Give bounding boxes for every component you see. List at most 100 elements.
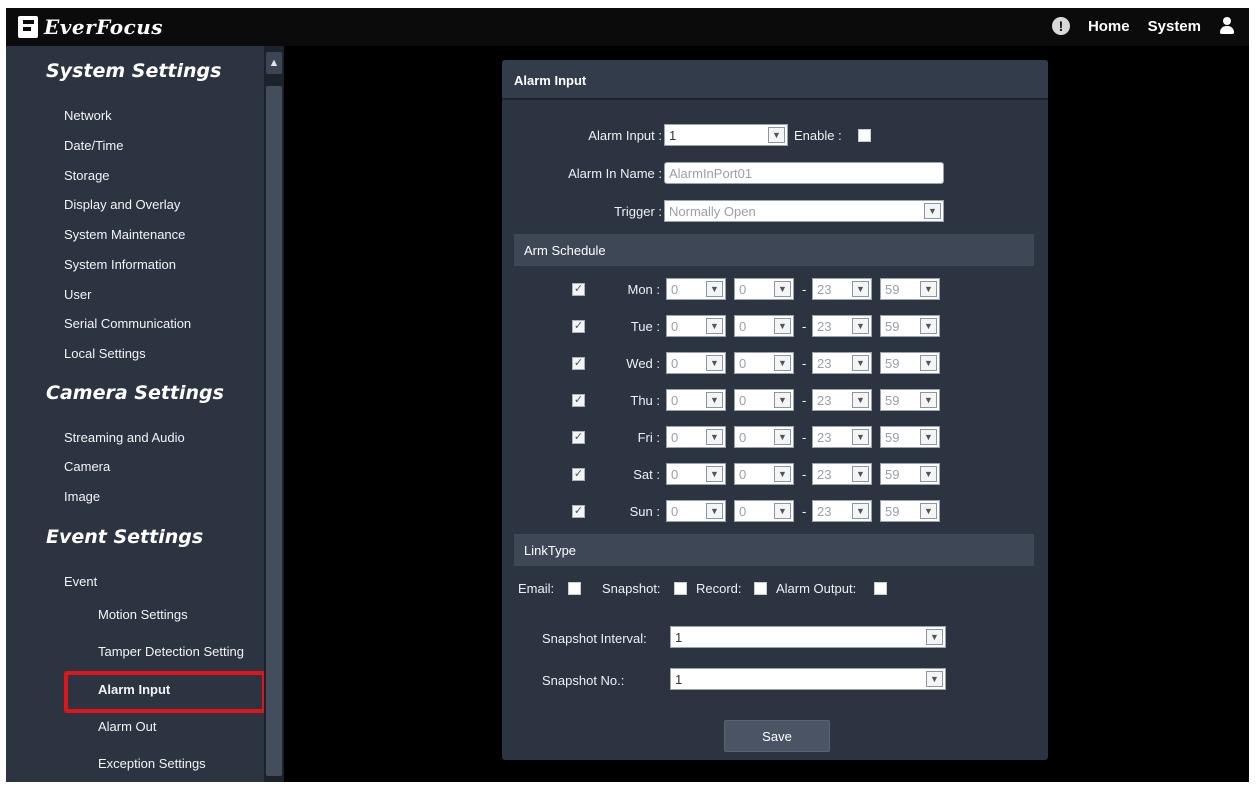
start-minute-value: 0: [739, 466, 747, 482]
alarm-input-label: Alarm Input :: [588, 128, 662, 143]
top-nav: ! Home System: [1051, 17, 1235, 35]
system-link[interactable]: System: [1148, 18, 1201, 35]
end-minute-value: 59: [885, 355, 900, 371]
sidebar-item-tamper-detection[interactable]: Tamper Detection Setting: [98, 644, 244, 659]
end-hour-value: 23: [817, 466, 832, 482]
end-hour-select-fri[interactable]: 23 ▼: [812, 426, 872, 448]
day-checkbox-wed[interactable]: ✓: [572, 357, 585, 370]
sidebar-item-storage[interactable]: Storage: [64, 168, 110, 183]
start-hour-select-thu[interactable]: 0 ▼: [666, 389, 726, 411]
day-label-sun: Sun :: [629, 504, 660, 519]
chevron-down-icon: ▼: [774, 503, 791, 519]
start-minute-select-mon[interactable]: 0 ▼: [734, 278, 794, 300]
end-minute-select-tue[interactable]: 59 ▼: [880, 315, 940, 337]
snapshot-interval-select[interactable]: 1 ▼: [670, 626, 946, 648]
end-hour-select-sun[interactable]: 23 ▼: [812, 500, 872, 522]
alarm-in-name-input[interactable]: AlarmInPort01: [664, 162, 944, 184]
sidebar-item-system-information[interactable]: System Information: [64, 257, 176, 272]
sidebar-item-network[interactable]: Network: [64, 108, 112, 123]
active-item-highlight: [64, 671, 264, 713]
snapshot-no-select[interactable]: 1 ▼: [670, 668, 946, 690]
sidebar-item-streaming-audio[interactable]: Streaming and Audio: [64, 430, 185, 445]
section-camera-settings: Camera Settings: [46, 382, 224, 404]
end-minute-value: 59: [885, 429, 900, 445]
email-checkbox[interactable]: [568, 582, 581, 595]
day-checkbox-sun[interactable]: ✓: [572, 505, 585, 518]
sidebar-item-datetime[interactable]: Date/Time: [64, 138, 123, 153]
chevron-down-icon: ▼: [774, 392, 791, 408]
end-hour-value: 23: [817, 355, 832, 371]
chevron-down-icon: ▼: [706, 355, 723, 371]
day-checkbox-tue[interactable]: ✓: [572, 320, 585, 333]
end-minute-select-sun[interactable]: 59 ▼: [880, 500, 940, 522]
sidebar-scrollbar[interactable]: ▲: [264, 46, 284, 782]
enable-checkbox[interactable]: [858, 129, 871, 142]
sidebar-item-exception-settings[interactable]: Exception Settings: [98, 756, 206, 771]
start-minute-select-sat[interactable]: 0 ▼: [734, 463, 794, 485]
chevron-down-icon: ▼: [926, 671, 943, 687]
sidebar-item-motion-settings[interactable]: Motion Settings: [98, 607, 188, 622]
alert-icon[interactable]: !: [1051, 17, 1070, 35]
chevron-down-icon: ▼: [924, 203, 941, 219]
save-button[interactable]: Save: [724, 720, 830, 752]
home-link[interactable]: Home: [1088, 18, 1130, 35]
scroll-thumb[interactable]: [266, 86, 282, 776]
time-separator-wed: -: [802, 356, 807, 371]
alarm-input-select[interactable]: 1 ▼: [664, 124, 788, 146]
scroll-up-icon[interactable]: ▲: [266, 52, 282, 74]
end-hour-value: 23: [817, 318, 832, 334]
record-checkbox[interactable]: [754, 582, 767, 595]
start-hour-select-tue[interactable]: 0 ▼: [666, 315, 726, 337]
chevron-down-icon: ▼: [774, 281, 791, 297]
end-minute-select-fri[interactable]: 59 ▼: [880, 426, 940, 448]
end-hour-select-sat[interactable]: 23 ▼: [812, 463, 872, 485]
end-hour-select-tue[interactable]: 23 ▼: [812, 315, 872, 337]
day-checkbox-sat[interactable]: ✓: [572, 468, 585, 481]
start-minute-select-thu[interactable]: 0 ▼: [734, 389, 794, 411]
sidebar-item-serial-communication[interactable]: Serial Communication: [64, 316, 191, 331]
start-hour-select-fri[interactable]: 0 ▼: [666, 426, 726, 448]
sidebar-item-camera[interactable]: Camera: [64, 459, 110, 474]
start-minute-select-wed[interactable]: 0 ▼: [734, 352, 794, 374]
user-icon[interactable]: [1219, 17, 1235, 35]
end-hour-select-thu[interactable]: 23 ▼: [812, 389, 872, 411]
section-event-settings: Event Settings: [46, 526, 204, 548]
chevron-down-icon: ▼: [852, 466, 869, 482]
trigger-select[interactable]: Normally Open ▼: [664, 200, 944, 222]
chevron-down-icon: ▼: [852, 281, 869, 297]
alarm-output-checkbox[interactable]: [874, 582, 887, 595]
snapshot-label: Snapshot:: [602, 581, 661, 596]
chevron-down-icon: ▼: [920, 429, 937, 445]
sidebar-item-alarm-out[interactable]: Alarm Out: [98, 719, 157, 734]
end-hour-select-wed[interactable]: 23 ▼: [812, 352, 872, 374]
sidebar-item-user[interactable]: User: [64, 287, 91, 302]
trigger-value: Normally Open: [669, 203, 756, 219]
start-hour-select-sat[interactable]: 0 ▼: [666, 463, 726, 485]
end-hour-select-mon[interactable]: 23 ▼: [812, 278, 872, 300]
brand-logo[interactable]: EverFocus: [18, 15, 163, 39]
day-label-sat: Sat :: [633, 467, 660, 482]
start-minute-select-fri[interactable]: 0 ▼: [734, 426, 794, 448]
start-hour-select-wed[interactable]: 0 ▼: [666, 352, 726, 374]
chevron-down-icon: ▼: [774, 318, 791, 334]
day-checkbox-mon[interactable]: ✓: [572, 283, 585, 296]
start-hour-select-sun[interactable]: 0 ▼: [666, 500, 726, 522]
day-checkbox-thu[interactable]: ✓: [572, 394, 585, 407]
sidebar-item-display-overlay[interactable]: Display and Overlay: [64, 197, 180, 212]
sidebar-item-image[interactable]: Image: [64, 489, 100, 504]
snapshot-checkbox[interactable]: [674, 582, 687, 595]
day-label-mon: Mon :: [627, 282, 660, 297]
end-minute-select-thu[interactable]: 59 ▼: [880, 389, 940, 411]
enable-label: Enable :: [794, 128, 842, 143]
sidebar-item-system-maintenance[interactable]: System Maintenance: [64, 227, 185, 242]
start-hour-select-mon[interactable]: 0 ▼: [666, 278, 726, 300]
start-minute-select-sun[interactable]: 0 ▼: [734, 500, 794, 522]
end-minute-select-wed[interactable]: 59 ▼: [880, 352, 940, 374]
start-minute-value: 0: [739, 281, 747, 297]
sidebar-item-event[interactable]: Event: [64, 574, 97, 589]
sidebar-item-local-settings[interactable]: Local Settings: [64, 346, 146, 361]
end-minute-select-mon[interactable]: 59 ▼: [880, 278, 940, 300]
end-minute-select-sat[interactable]: 59 ▼: [880, 463, 940, 485]
day-checkbox-fri[interactable]: ✓: [572, 431, 585, 444]
start-minute-select-tue[interactable]: 0 ▼: [734, 315, 794, 337]
